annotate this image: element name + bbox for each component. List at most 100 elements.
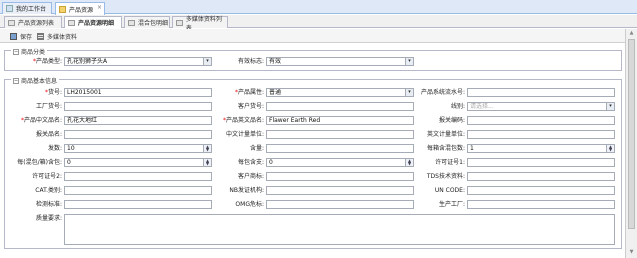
line-label: 线别: (450, 103, 465, 110)
customs-code-input[interactable] (467, 116, 615, 125)
chevron-down-icon[interactable]: ▾ (405, 58, 413, 65)
chevron-down-icon[interactable]: ▾ (606, 103, 614, 110)
omg-input[interactable] (266, 200, 414, 209)
nb-label: NB发证机构: (229, 187, 264, 194)
sub-tabbar: 产品资源列表 产品资源明细 混合包明细 多媒体资料列表 (0, 15, 637, 32)
cn-name-label: *产品中文品名: (20, 117, 62, 124)
factory-label: 生产工厂: (438, 201, 465, 208)
stepper-icon[interactable]: ▲ ▼ (203, 159, 211, 166)
app-tabbar: 我的工作台 产品资源 × (0, 0, 637, 15)
product-type-value: 孔花别狮子头A (67, 58, 108, 65)
scroll-thumb[interactable] (628, 39, 635, 229)
factory-input[interactable] (467, 200, 615, 209)
tab-label: 混合包明细 (138, 20, 169, 27)
nb-input[interactable] (266, 186, 414, 195)
customs-name-input[interactable] (64, 130, 212, 139)
shots-stepper[interactable]: 10 ▲ ▼ (64, 144, 212, 153)
license1-input[interactable] (467, 158, 615, 167)
basic-info-section: − 商品基本信息 *货号: LH2015001 *产品属性: 普通 ▾ 产品系统… (4, 76, 622, 249)
factory-no-label: 工厂货号: (35, 103, 62, 110)
chevron-down-icon[interactable]: ▾ (405, 89, 413, 96)
tab-mixed-pack-detail[interactable]: 混合包明细 (124, 16, 170, 28)
un-code-label: UN CODE: (434, 187, 465, 194)
valid-flag-select[interactable]: 有效 ▾ (266, 57, 414, 66)
quality-textarea[interactable] (64, 214, 615, 245)
section-legend[interactable]: − 商品分类 (11, 47, 48, 56)
tab-media-list[interactable]: 多媒体资料列表 (172, 16, 228, 32)
customer-mark-input[interactable] (266, 172, 414, 181)
cn-unit-label: 中文计量单位: (225, 131, 264, 138)
media-icon (176, 19, 183, 26)
customs-code-label: 报关编码: (438, 117, 465, 124)
tab-my-workbench[interactable]: 我的工作台 (2, 2, 52, 14)
license1-label: 许可证号1: (435, 159, 465, 166)
save-label: 保存 (20, 33, 33, 41)
category-section: − 商品分类 *产品类型: 孔花别狮子头A ▾ 有效标志: 有效 ▾ (4, 47, 622, 71)
en-unit-input[interactable] (467, 130, 615, 139)
section-legend[interactable]: − 商品基本信息 (11, 76, 60, 85)
save-icon (10, 32, 17, 40)
per-pack-label: 每(混包/箱)含包: (17, 159, 62, 166)
box-qty-label: 每箱含混包数: (426, 145, 465, 152)
cat-input[interactable] (64, 186, 212, 195)
list-icon (8, 19, 15, 26)
tab-product-list[interactable]: 产品资源列表 (4, 16, 62, 28)
stepper-icon[interactable]: ▲ ▼ (203, 145, 211, 152)
en-unit-label: 英文计量单位: (426, 131, 465, 138)
product-serial-label: 产品系统流水号: (420, 89, 465, 96)
en-name-label: *产品英文品名: (222, 117, 264, 124)
license2-input[interactable] (64, 172, 212, 181)
customs-name-label: 报关品名: (35, 131, 62, 138)
content-label: 含量: (249, 145, 264, 152)
product-attr-value: 普通 (269, 89, 282, 96)
product-type-label: *产品类型: (32, 58, 62, 65)
factory-no-input[interactable] (64, 102, 212, 111)
shots-value: 10 (67, 145, 75, 152)
per-bag-value: 0 (269, 159, 273, 166)
test-std-label: 检测标准: (35, 201, 62, 208)
media-button[interactable]: 多媒体资料 (37, 31, 77, 41)
package-icon (128, 19, 135, 26)
product-type-select[interactable]: 孔花别狮子头A ▾ (64, 57, 212, 66)
customer-no-label: 客户货号: (237, 103, 264, 110)
tab-product-detail[interactable]: 产品资源明细 (64, 16, 122, 28)
per-bag-stepper[interactable]: 0 ▲ ▼ (266, 158, 414, 167)
product-attr-select[interactable]: 普通 ▾ (266, 88, 414, 97)
per-bag-label: 每包含支: (237, 159, 264, 166)
box-qty-stepper[interactable]: 1 ▲ ▼ (467, 144, 615, 153)
line-placeholder: 请选择... (470, 103, 494, 110)
media-label: 多媒体资料 (47, 33, 78, 41)
home-icon (6, 5, 13, 12)
un-code-input[interactable] (467, 186, 615, 195)
product-serial-input[interactable] (467, 88, 615, 97)
vertical-scrollbar[interactable]: ▲ ▼ (625, 29, 637, 258)
shots-label: 发数: (47, 145, 62, 152)
close-icon[interactable]: × (97, 4, 102, 11)
chevron-down-icon[interactable]: ▾ (203, 58, 211, 65)
stepper-icon[interactable]: ▲ ▼ (405, 159, 413, 166)
collapse-icon[interactable]: − (13, 48, 19, 55)
line-select[interactable]: 请选择... ▾ (467, 102, 615, 111)
section-title: 商品基本信息 (21, 78, 58, 85)
detail-icon (68, 19, 75, 26)
scroll-up-icon[interactable]: ▲ (626, 30, 637, 38)
cn-unit-input[interactable] (266, 130, 414, 139)
tab-label: 产品资源列表 (18, 20, 55, 27)
customer-no-input[interactable] (266, 102, 414, 111)
content-input[interactable] (266, 144, 414, 153)
stepper-icon[interactable]: ▲ ▼ (606, 145, 614, 152)
scroll-down-icon[interactable]: ▼ (626, 249, 637, 257)
valid-flag-value: 有效 (269, 58, 282, 65)
box-qty-value: 1 (470, 145, 474, 152)
section-title: 商品分类 (21, 49, 46, 56)
en-name-input[interactable]: Flawer Earth Red (266, 116, 414, 125)
tds-input[interactable] (467, 172, 615, 181)
save-button[interactable]: 保存 (10, 31, 32, 41)
product-attr-label: *产品属性: (234, 89, 264, 96)
collapse-icon[interactable]: − (13, 77, 19, 84)
tab-product-resources[interactable]: 产品资源 × (55, 2, 105, 15)
test-std-input[interactable] (64, 200, 212, 209)
goods-no-input[interactable]: LH2015001 (64, 88, 212, 97)
cn-name-input[interactable]: 孔花大地红 (64, 116, 212, 125)
per-pack-stepper[interactable]: 0 ▲ ▼ (64, 158, 212, 167)
